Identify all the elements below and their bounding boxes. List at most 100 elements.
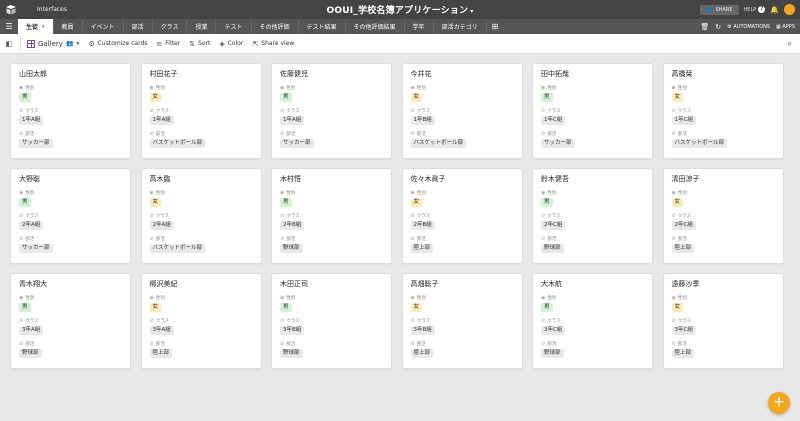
tab-club-categories[interactable]: 部活カテゴリ	[434, 19, 487, 34]
record-card[interactable]: 山田太郎 ◉ 性別 男 ⊘ クラス 1年A組 ⊘ 部活 サッカー部	[10, 63, 131, 159]
club-label-text: 部活	[547, 132, 557, 137]
class-label-text: クラス	[25, 319, 39, 324]
share-button[interactable]: 👤 SHARE	[700, 4, 739, 15]
automations-label: AUTOMATIONS	[733, 23, 771, 30]
sidebar-toggle-icon[interactable]: ◧	[0, 40, 18, 48]
gender-label-text: 性別	[416, 86, 426, 91]
help-button[interactable]: HELP ?	[744, 6, 766, 13]
class-label-text: クラス	[416, 109, 431, 114]
record-card[interactable]: 清田涼子 ◉ 性別 女 ⊘ クラス 2年C組 ⊘ 部活 陸上部	[662, 168, 784, 264]
student-name: 村田花子	[149, 70, 178, 78]
club-value: 野球部	[280, 349, 303, 358]
add-table-icon[interactable]: ⊞	[487, 19, 504, 34]
view-switcher[interactable]: Gallery 👥 ▾	[27, 39, 80, 48]
record-card[interactable]: 高橋栞 ◉ 性別 女 ⊘ クラス 1年C組 ⊘ 部活 バスケットボール部	[662, 63, 784, 159]
link-icon: ⊘	[280, 108, 285, 114]
club-field-label: ⊘ 部活	[672, 236, 687, 242]
app-title[interactable]: OOUI_学校名簿アプリケーション ▾	[0, 3, 800, 16]
record-card[interactable]: 田中拓哉 ◉ 性別 男 ⊘ クラス 1年C組 ⊘ 部活 サッカー部	[532, 63, 653, 159]
single-select-icon: ◉	[671, 295, 676, 301]
tab-other-evaluation-results[interactable]: その他評価結果	[346, 19, 405, 34]
link-icon: ⊘	[19, 341, 24, 347]
club-field-label: ⊘ 部活	[672, 341, 687, 347]
search-icon[interactable]: ⌕	[788, 39, 792, 49]
record-card[interactable]: 佐々木眞子 ◉ 性別 女 ⊘ クラス 2年B組 ⊘ 部活 陸上部	[401, 168, 523, 264]
record-card[interactable]: 大野聡 ◉ 性別 男 ⊘ クラス 2年A組 ⊘ 部活 サッカー部	[10, 168, 131, 264]
record-card[interactable]: 大木航 ◉ 性別 男 ⊘ クラス 3年C組 ⊘ 部活 野球部	[532, 273, 653, 369]
class-field-label: ⊘ クラス	[541, 213, 561, 219]
tab-tests[interactable]: テスト	[216, 19, 252, 34]
record-card[interactable]: 木村悟 ◉ 性別 男 ⊘ クラス 2年B組 ⊘ 部活 野球部	[271, 168, 392, 264]
logo-icon[interactable]	[5, 4, 17, 16]
club-field-label: ⊘ 部活	[411, 131, 426, 137]
club-value: 野球部	[541, 349, 564, 358]
sort-button[interactable]: ⇅ Sort	[189, 40, 210, 48]
gender-field-label: ◉ 性別	[541, 85, 556, 91]
record-card[interactable]: 佐藤健児 ◉ 性別 男 ⊘ クラス 1年A組 ⊘ 部活 サッカー部	[271, 63, 392, 159]
club-field: ⊘ 部活 野球部	[280, 341, 383, 364]
club-label-text: 部活	[677, 342, 687, 347]
tab-test-results[interactable]: テスト結果	[299, 19, 346, 34]
club-field: ⊘ 部活 サッカー部	[541, 131, 644, 154]
tab-events[interactable]: イベント	[83, 19, 124, 34]
class-label-text: クラス	[155, 319, 170, 324]
gender-field-label: ◉ 性別	[280, 190, 295, 196]
tab-other-evaluations[interactable]: その他評価	[252, 19, 299, 34]
tab-lessons[interactable]: 授業	[187, 19, 217, 34]
class-field-label: ⊘ クラス	[541, 318, 561, 324]
share-view-button[interactable]: ⇱ Share view	[252, 40, 294, 48]
student-name: 青木翔大	[19, 280, 47, 288]
student-name: 今井花	[410, 70, 432, 78]
hamburger-menu-icon[interactable]: ☰	[0, 19, 18, 34]
gender-field: ◉ 性別 女	[671, 295, 775, 318]
history-icon[interactable]: ↻	[715, 23, 721, 31]
record-card[interactable]: 村田花子 ◉ 性別 女 ⊘ クラス 1年A組 ⊘ 部活 バスケットボール部	[140, 63, 262, 159]
record-card[interactable]: 柳沢美紀 ◉ 性別 女 ⊘ クラス 3年A組 ⊘ 部活 陸上部	[140, 273, 262, 369]
share-label: SHARE	[715, 6, 733, 13]
gender-field-label: ◉ 性別	[280, 85, 295, 91]
record-card[interactable]: 鈴木健吾 ◉ 性別 男 ⊘ クラス 2年C組 ⊘ 部活 野球部	[532, 168, 653, 264]
record-card[interactable]: 高木臨 ◉ 性別 女 ⊘ クラス 2年A組 ⊘ 部活 バスケットボール部	[140, 168, 262, 264]
club-field: ⊘ 部活 野球部	[541, 341, 644, 364]
class-value: 1年A組	[280, 116, 305, 125]
avatar[interactable]	[784, 4, 795, 15]
record-card[interactable]: 遠藤沙季 ◉ 性別 女 ⊘ クラス 3年C組 ⊘ 部活 陸上部	[662, 273, 784, 369]
tab-clubs[interactable]: 部活	[124, 19, 153, 34]
class-value: 3年C組	[541, 326, 566, 335]
student-name: 高畑聡子	[410, 280, 439, 288]
gender-field: ◉ 性別 男	[541, 190, 644, 213]
record-card[interactable]: 木田正司 ◉ 性別 男 ⊘ クラス 3年B組 ⊘ 部活 野球部	[271, 273, 392, 369]
automations-button[interactable]: ⚙ AUTOMATIONS	[727, 24, 770, 30]
club-value: 野球部	[19, 349, 42, 358]
gender-label-text: 性別	[547, 191, 557, 196]
add-record-button[interactable]: +	[768, 392, 790, 414]
club-field-label: ⊘ 部活	[541, 131, 556, 137]
trash-icon[interactable]: 🗑	[700, 23, 709, 31]
tab-classes[interactable]: クラス	[153, 19, 188, 34]
top-bar: Interfaces OOUI_学校名簿アプリケーション ▾ 👤 SHARE HE…	[0, 0, 800, 19]
club-label-text: 部活	[25, 237, 35, 242]
tab-students[interactable]: 生徒 ▾	[18, 19, 54, 34]
tab-grades[interactable]: 学年	[405, 19, 434, 34]
class-value: 2年B組	[280, 221, 305, 230]
color-button[interactable]: ◈ Color	[219, 40, 243, 48]
bell-icon[interactable]: 🔔	[770, 6, 779, 14]
student-name: 遠藤沙季	[671, 280, 700, 288]
filter-button[interactable]: ≡ Filter	[156, 40, 180, 48]
record-card[interactable]: 今井花 ◉ 性別 女 ⊘ クラス 1年B組 ⊘ 部活 バスケットボール部	[401, 63, 523, 159]
paint-bucket-icon: ◈	[219, 39, 225, 48]
class-field: ⊘ クラス 1年A組	[280, 108, 383, 131]
share-view-label: Share view	[261, 40, 295, 47]
record-card[interactable]: 高畑聡子 ◉ 性別 女 ⊘ クラス 3年B組 ⊘ 部活 陸上部	[401, 273, 523, 369]
chevron-down-icon: ▾	[76, 40, 80, 47]
apps-button[interactable]: ▦ APPS	[776, 24, 795, 30]
chevron-down-icon[interactable]: ▾	[42, 24, 45, 30]
interfaces-link[interactable]: Interfaces	[37, 6, 67, 13]
app-title-text[interactable]: OOUI_学校名簿アプリケーション	[327, 6, 469, 16]
chevron-down-icon[interactable]: ▾	[470, 8, 473, 15]
club-value: サッカー部	[19, 244, 53, 253]
class-value: 2年C組	[671, 221, 696, 230]
record-card[interactable]: 青木翔大 ◉ 性別 男 ⊘ クラス 3年A組 ⊘ 部活 野球部	[10, 273, 131, 369]
customize-cards-button[interactable]: ⚙ Customize cards	[88, 40, 147, 48]
tab-teachers[interactable]: 教員	[54, 19, 83, 34]
